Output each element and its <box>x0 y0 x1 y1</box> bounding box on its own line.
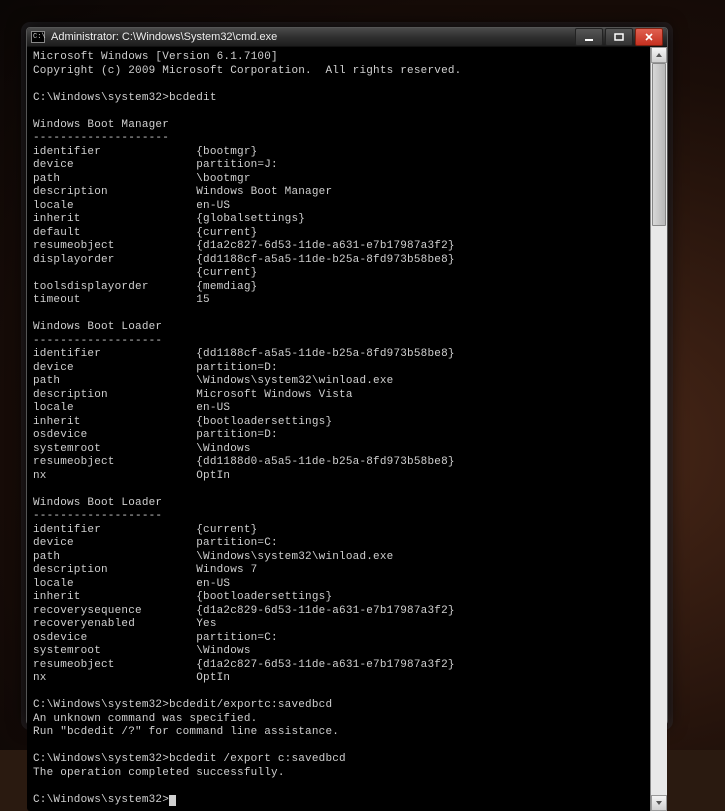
scrollbar-thumb[interactable] <box>652 63 666 226</box>
console-area: Microsoft Windows [Version 6.1.7100] Cop… <box>27 47 667 811</box>
minimize-button[interactable] <box>575 28 603 46</box>
titlebar[interactable]: C:\ Administrator: C:\Windows\System32\c… <box>27 28 667 47</box>
window-controls <box>575 28 663 46</box>
window-title: Administrator: C:\Windows\System32\cmd.e… <box>51 31 575 43</box>
close-button[interactable] <box>635 28 663 46</box>
cmd-window: C:\ Administrator: C:\Windows\System32\c… <box>26 27 668 725</box>
text-cursor <box>169 795 176 806</box>
cmd-icon: C:\ <box>31 31 45 43</box>
scroll-down-button[interactable] <box>651 795 667 811</box>
scrollbar-track[interactable] <box>651 63 667 795</box>
maximize-button[interactable] <box>605 28 633 46</box>
vertical-scrollbar[interactable] <box>650 47 667 811</box>
scroll-up-button[interactable] <box>651 47 667 63</box>
console-output[interactable]: Microsoft Windows [Version 6.1.7100] Cop… <box>27 47 650 811</box>
